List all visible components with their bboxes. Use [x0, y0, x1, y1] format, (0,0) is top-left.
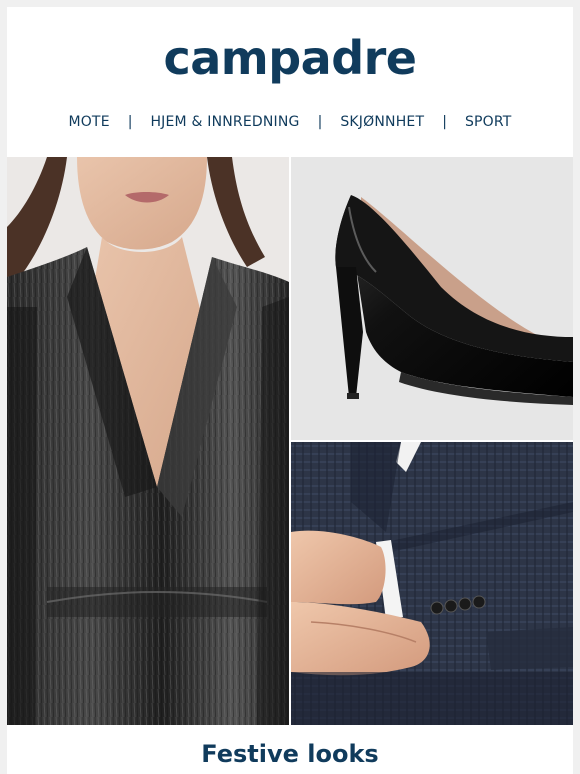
- metallic-wrap-dress-illustration: [7, 157, 289, 725]
- shoe-image[interactable]: [291, 157, 573, 440]
- suit-image[interactable]: [291, 442, 573, 725]
- email-frame: campadre MOTE | HJEM & INNREDNING | SKJØ…: [7, 7, 573, 774]
- nav-item-mote[interactable]: MOTE: [68, 114, 109, 130]
- black-pump-shoe-illustration: [291, 157, 573, 440]
- brand-logo[interactable]: campadre: [7, 31, 573, 85]
- nav-separator: |: [317, 114, 323, 130]
- nav-item-skjonnhet[interactable]: SKJØNNHET: [340, 114, 424, 130]
- nav-item-sport[interactable]: SPORT: [465, 114, 512, 130]
- nav-separator: |: [442, 114, 447, 130]
- nav-separator: |: [127, 114, 133, 130]
- navy-check-suit-illustration: [291, 442, 573, 725]
- main-nav: MOTE | HJEM & INNREDNING | SKJØNNHET | S…: [7, 114, 573, 130]
- hero-image-grid: [7, 157, 573, 725]
- headline: Festive looks: [201, 740, 379, 768]
- dress-image[interactable]: [7, 157, 289, 725]
- nav-item-hjem-innredning[interactable]: HJEM & INNREDNING: [150, 114, 299, 130]
